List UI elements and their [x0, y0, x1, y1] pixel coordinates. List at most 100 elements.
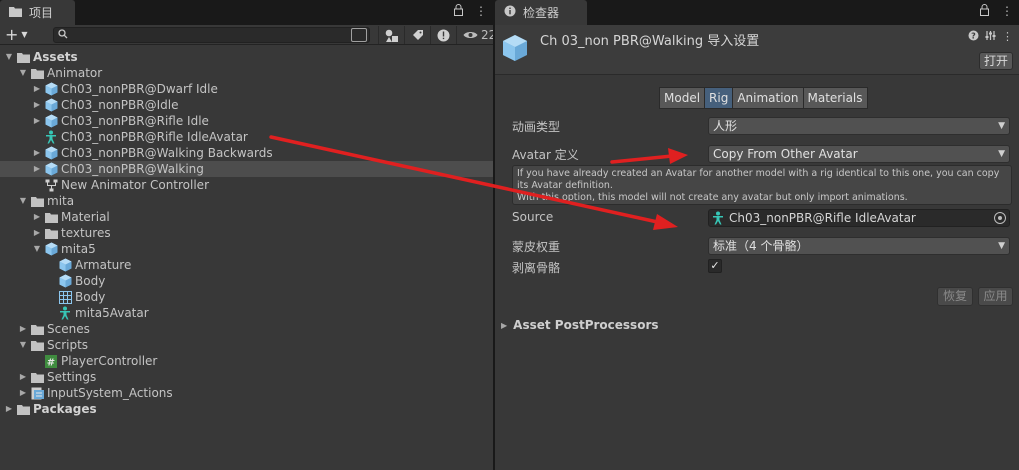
tree-item[interactable]: ▶ InputSystem_Actions	[0, 385, 493, 401]
tree-item[interactable]: ▶ textures	[0, 225, 493, 241]
tab-materials[interactable]: Materials	[802, 87, 868, 109]
tab-model[interactable]: Model	[659, 87, 706, 109]
search-input[interactable]	[53, 27, 370, 43]
tree-item[interactable]: Body	[0, 273, 493, 289]
tag-icon	[412, 30, 423, 40]
chevron-down-icon[interactable]: ▼	[18, 65, 28, 81]
tree-item-label: Ch03_nonPBR@Dwarf Idle	[61, 82, 218, 96]
tree-item[interactable]: ▶ Packages	[0, 401, 493, 417]
model-icon	[44, 162, 58, 176]
tree-item[interactable]: ▶ Settings	[0, 369, 493, 385]
lock-icon[interactable]	[454, 4, 463, 19]
tree-item-label: Armature	[75, 258, 132, 272]
tree-item[interactable]: ▶ Ch03_nonPBR@Rifle Idle	[0, 113, 493, 129]
tab-project[interactable]: 项目	[0, 0, 75, 25]
alert-icon	[437, 29, 450, 41]
lock-icon[interactable]	[980, 4, 989, 19]
tree-item[interactable]: ▶ Material	[0, 209, 493, 225]
filter-label-button[interactable]	[404, 26, 430, 44]
folder-icon	[30, 370, 44, 384]
tree-item[interactable]: ▼ mita	[0, 193, 493, 209]
search-by-type-icon[interactable]	[351, 28, 367, 42]
tree-item-label: mita	[47, 194, 75, 208]
controller-icon	[44, 178, 58, 192]
folder-icon	[44, 210, 58, 224]
help-icon[interactable]: ?	[968, 30, 979, 44]
chevron-down-icon: ▼	[998, 149, 1005, 159]
tree-item[interactable]: ▼ Assets	[0, 49, 493, 65]
tree-item[interactable]: ▶ Scenes	[0, 321, 493, 337]
tree-item[interactable]: ▶ Ch03_nonPBR@Walking	[0, 161, 493, 177]
tree-item-label: PlayerController	[61, 354, 158, 368]
tree-item[interactable]: Armature	[0, 257, 493, 273]
folder-icon	[30, 66, 44, 80]
chevron-right-icon[interactable]: ▶	[18, 321, 28, 337]
chevron-right-icon[interactable]: ▶	[18, 385, 28, 401]
chevron-down-icon[interactable]: ▼	[18, 193, 28, 209]
source-object-field[interactable]: Ch03_nonPBR@Rifle IdleAvatar	[708, 209, 1010, 227]
tree-item[interactable]: ▼ Animator	[0, 65, 493, 81]
apply-button[interactable]: 应用	[978, 287, 1013, 306]
asset-postprocessors-section[interactable]: ▶ Asset PostProcessors	[501, 318, 659, 332]
folder-icon	[16, 50, 30, 64]
folder-icon	[44, 226, 58, 240]
chevron-down-icon: ▼	[998, 241, 1005, 251]
tree-item[interactable]: # PlayerController	[0, 353, 493, 369]
tree-item-label: Packages	[33, 402, 97, 416]
tree-item-label: mita5	[61, 242, 96, 256]
open-button[interactable]: 打开	[979, 52, 1013, 70]
chevron-right-icon[interactable]: ▶	[32, 161, 42, 177]
tree-item[interactable]: ▶ Ch03_nonPBR@Walking Backwards	[0, 145, 493, 161]
chevron-down-icon[interactable]: ▼	[32, 241, 42, 257]
asset-title: Ch 03_non PBR@Walking 导入设置	[540, 34, 760, 49]
chevron-right-icon[interactable]: ▶	[4, 401, 14, 417]
tree-item[interactable]: Ch03_nonPBR@Rifle IdleAvatar	[0, 129, 493, 145]
chevron-right-icon[interactable]: ▶	[32, 81, 42, 97]
chevron-right-icon[interactable]: ▶	[32, 97, 42, 113]
project-tree: ▼ Assets ▼ Animator ▶ Ch03_nonPBR@Dwarf Idle ▶…	[0, 49, 493, 417]
tab-rig[interactable]: Rig	[704, 87, 734, 109]
chevron-right-icon[interactable]: ▶	[18, 369, 28, 385]
filter-type-button[interactable]	[378, 26, 404, 44]
tree-item-label: Ch03_nonPBR@Walking	[61, 162, 204, 176]
chevron-down-icon[interactable]: ▼	[18, 337, 28, 353]
chevron-down-icon[interactable]: ▼	[4, 49, 14, 65]
project-panel: 项目 ⋮ + ▼ 22 ▼ Assets ▼ Animator ▶ Ch03_n…	[0, 0, 496, 470]
tab-animation[interactable]: Animation	[732, 87, 804, 109]
chevron-right-icon: ▶	[501, 320, 508, 330]
more-menu-icon[interactable]: ⋮	[1002, 30, 1013, 44]
model-icon	[58, 274, 72, 288]
object-picker-icon[interactable]	[994, 212, 1006, 224]
info-icon	[504, 5, 516, 20]
chevron-right-icon[interactable]: ▶	[32, 113, 42, 129]
skin-weights-dropdown[interactable]: 标准（4 个骨骼） ▼	[708, 237, 1010, 255]
tree-item[interactable]: ▼ Scripts	[0, 337, 493, 353]
tree-item[interactable]: ▶ Ch03_nonPBR@Dwarf Idle	[0, 81, 493, 97]
chevron-down-icon: ▼	[21, 29, 28, 39]
import-log-button[interactable]	[430, 26, 456, 44]
avatar-icon	[712, 211, 724, 229]
tree-item-label: Ch03_nonPBR@Walking Backwards	[61, 146, 273, 160]
inspector-panel: 检查器 ⋮ Ch 03_non PBR@Walking 导入设置 ? ⋮ 打开 …	[495, 0, 1019, 470]
tree-item[interactable]: New Animator Controller	[0, 177, 493, 193]
strip-bones-checkbox[interactable]: ✓	[708, 259, 722, 273]
hidden-count-toggle[interactable]: 22	[456, 26, 498, 44]
chevron-right-icon[interactable]: ▶	[32, 145, 42, 161]
tree-item[interactable]: Body	[0, 289, 493, 305]
chevron-right-icon[interactable]: ▶	[32, 209, 42, 225]
avatar-definition-field: Avatar 定义 Copy From Other Avatar ▼	[512, 145, 1012, 163]
tree-item-label: mita5Avatar	[75, 306, 149, 320]
chevron-right-icon[interactable]: ▶	[32, 225, 42, 241]
create-button[interactable]: + ▼	[5, 25, 28, 44]
more-menu-icon[interactable]: ⋮	[1001, 4, 1013, 19]
avatar-definition-dropdown[interactable]: Copy From Other Avatar ▼	[708, 145, 1010, 163]
tree-item[interactable]: mita5Avatar	[0, 305, 493, 321]
tree-item[interactable]: ▼ mita5	[0, 241, 493, 257]
tree-item-label: Scripts	[47, 338, 89, 352]
animation-type-dropdown[interactable]: 人形 ▼	[708, 117, 1010, 135]
tab-inspector[interactable]: 检查器	[495, 0, 587, 25]
more-menu-icon[interactable]: ⋮	[475, 4, 487, 19]
preset-icon[interactable]	[985, 30, 996, 44]
revert-button[interactable]: 恢复	[937, 287, 973, 306]
tree-item[interactable]: ▶ Ch03_nonPBR@Idle	[0, 97, 493, 113]
